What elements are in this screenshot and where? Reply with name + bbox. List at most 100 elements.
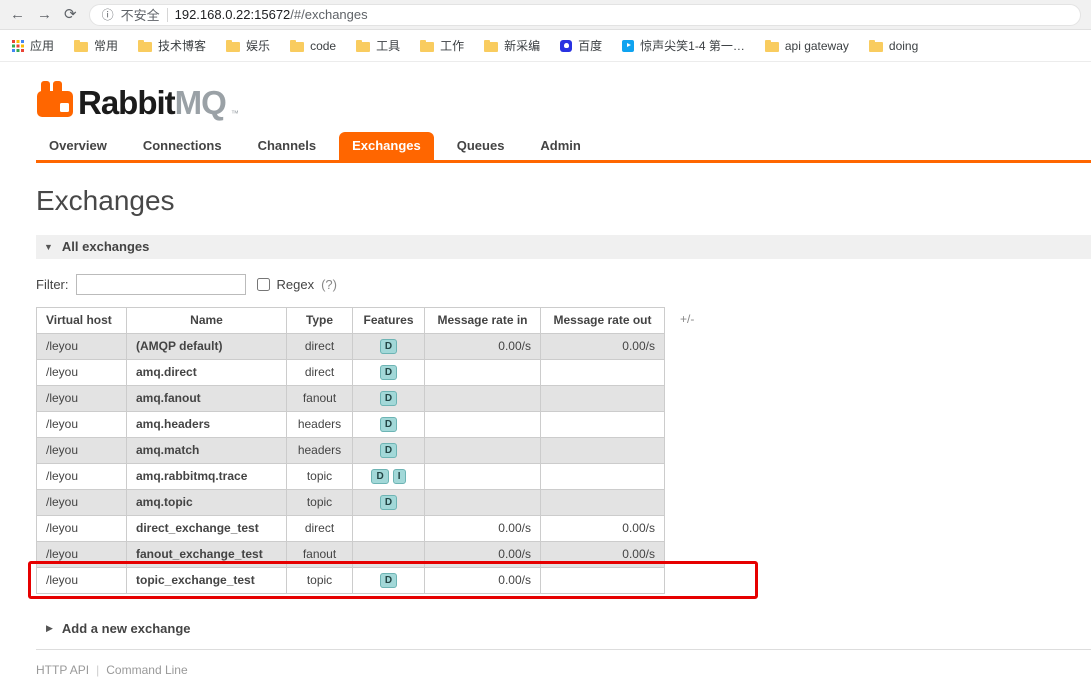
folder-icon — [484, 39, 499, 52]
features-cell: D — [352, 384, 425, 412]
bookmark-item[interactable]: code — [290, 39, 336, 53]
feature-badge-d: D — [379, 365, 398, 381]
command-line-link[interactable]: Command Line — [106, 663, 187, 677]
forward-icon[interactable]: → — [37, 7, 52, 22]
bookmark-item[interactable]: 百度 — [560, 37, 602, 54]
name-cell[interactable]: amq.headers — [126, 410, 287, 438]
message-rate-out-cell — [540, 488, 665, 516]
all-exchanges-section-header[interactable]: ▼ All exchanges — [36, 234, 1091, 259]
vhost-cell: /leyou — [36, 384, 127, 412]
baidu-icon — [560, 39, 573, 52]
feature-badge-d: D — [379, 417, 398, 433]
message-rate-in-cell: 0.00/s — [424, 540, 541, 568]
type-cell: fanout — [286, 384, 353, 412]
bookmark-item[interactable]: 娱乐 — [226, 37, 270, 54]
folder-icon — [764, 39, 779, 52]
features-cell: D — [352, 436, 425, 464]
name-cell[interactable]: amq.topic — [126, 488, 287, 516]
bookmark-item[interactable]: api gateway — [764, 39, 849, 53]
bookmark-item[interactable]: 惊声尖笑1-4 第一… — [622, 37, 745, 54]
filter-input[interactable] — [75, 273, 246, 295]
feature-badge-d: D — [371, 469, 389, 485]
folder-icon — [226, 39, 241, 52]
vhost-cell: /leyou — [36, 514, 127, 542]
type-cell: fanout — [286, 540, 353, 568]
filter-row: Filter: Regex (?) — [36, 273, 1091, 295]
add-exchange-section-header[interactable]: ▶ Add a new exchange — [36, 612, 1091, 650]
logo-text: RabbitMQ — [78, 83, 227, 121]
exchange-row: /leyou direct_exchange_test direct 0.00/s 0.… — [36, 514, 665, 542]
exchange-row: /leyou (AMQP default) direct D 0.00/s 0.00/s — [36, 332, 665, 360]
page-footer: HTTP API | Command Line — [36, 650, 1091, 699]
column-selector-toggle[interactable]: +/- — [680, 312, 694, 326]
security-label[interactable]: 不安全 — [121, 5, 160, 24]
expand-arrow-icon: ▶ — [46, 622, 53, 633]
refresh-icon[interactable]: ⟳ — [64, 7, 77, 22]
feature-badge-d: D — [379, 573, 398, 589]
name-cell[interactable]: amq.rabbitmq.trace — [126, 462, 287, 490]
message-rate-out-cell — [540, 358, 665, 386]
features-cell: D — [352, 410, 425, 438]
page-title: Exchanges — [36, 184, 175, 216]
name-cell[interactable]: amq.direct — [126, 358, 287, 386]
feature-badge-i: I — [392, 469, 406, 485]
browser-toolbar: ← → ⟳ ⓘ 不安全 192.168.0.22:15672/#/exchang… — [0, 0, 1091, 30]
regex-checkbox[interactable] — [256, 277, 270, 291]
col-header-message-rate-in[interactable]: Message rate in — [424, 306, 541, 334]
features-cell — [352, 514, 425, 542]
back-icon[interactable]: ← — [10, 7, 25, 22]
name-cell[interactable]: fanout_exchange_test — [126, 540, 287, 568]
bookmark-item[interactable]: 技术博客 — [138, 37, 206, 54]
vhost-cell: /leyou — [36, 462, 127, 490]
regex-label: Regex — [276, 276, 315, 292]
message-rate-in-cell — [424, 462, 541, 490]
collapse-arrow-icon: ▼ — [44, 241, 53, 252]
video-site-icon — [622, 39, 635, 52]
info-icon[interactable]: ⓘ — [102, 6, 114, 23]
name-cell[interactable]: topic_exchange_test — [126, 566, 287, 594]
vhost-cell: /leyou — [36, 540, 127, 568]
footer-separator: | — [96, 662, 100, 677]
address-bar[interactable]: ⓘ 不安全 192.168.0.22:15672/#/exchanges — [88, 3, 1081, 26]
name-cell[interactable]: (AMQP default) — [126, 332, 287, 360]
bookmark-item[interactable]: 工具 — [356, 37, 400, 54]
message-rate-in-cell: 0.00/s — [424, 566, 541, 594]
exchange-row: /leyou amq.topic topic D — [36, 488, 665, 516]
bookmark-label: 新采编 — [504, 39, 541, 53]
bookmark-item[interactable]: doing — [868, 39, 918, 53]
vhost-cell: /leyou — [36, 332, 127, 360]
folder-icon — [138, 39, 153, 52]
url-path: /#/exchanges — [290, 7, 368, 22]
tab-exchanges[interactable]: Exchanges — [339, 132, 434, 160]
message-rate-out-cell — [540, 462, 665, 490]
tab-connections[interactable]: Connections — [130, 132, 235, 160]
apps-grid-icon — [12, 39, 24, 52]
message-rate-in-cell — [424, 488, 541, 516]
message-rate-in-cell — [424, 436, 541, 464]
col-header-features[interactable]: Features — [352, 306, 425, 334]
tab-admin[interactable]: Admin — [527, 132, 593, 160]
rabbitmq-management-page: RabbitMQ ™ Overview Connections Channels Ex… — [0, 62, 1091, 699]
tab-overview[interactable]: Overview — [36, 132, 120, 160]
feature-badge-d: D — [379, 495, 398, 511]
name-cell[interactable]: direct_exchange_test — [126, 514, 287, 542]
rabbitmq-logo[interactable]: RabbitMQ ™ — [36, 80, 1091, 121]
bookmark-item[interactable]: 新采编 — [484, 37, 540, 54]
regex-help-link[interactable]: (?) — [321, 277, 337, 292]
col-header-type[interactable]: Type — [286, 306, 353, 334]
col-header-virtual-host[interactable]: Virtual host — [36, 306, 127, 334]
tab-queues[interactable]: Queues — [444, 132, 518, 160]
message-rate-in-cell — [424, 410, 541, 438]
bookmark-item[interactable]: 应用 — [12, 37, 54, 54]
vhost-cell: /leyou — [36, 436, 127, 464]
filter-label: Filter: — [36, 276, 69, 292]
col-header-name[interactable]: Name — [126, 306, 287, 334]
name-cell[interactable]: amq.fanout — [126, 384, 287, 412]
tab-channels[interactable]: Channels — [245, 132, 330, 160]
bookmark-item[interactable]: 工作 — [420, 37, 464, 54]
col-header-message-rate-out[interactable]: Message rate out — [540, 306, 665, 334]
name-cell[interactable]: amq.match — [126, 436, 287, 464]
bookmark-item[interactable]: 常用 — [74, 37, 118, 54]
http-api-link[interactable]: HTTP API — [36, 663, 89, 677]
bookmark-label: code — [310, 38, 337, 53]
